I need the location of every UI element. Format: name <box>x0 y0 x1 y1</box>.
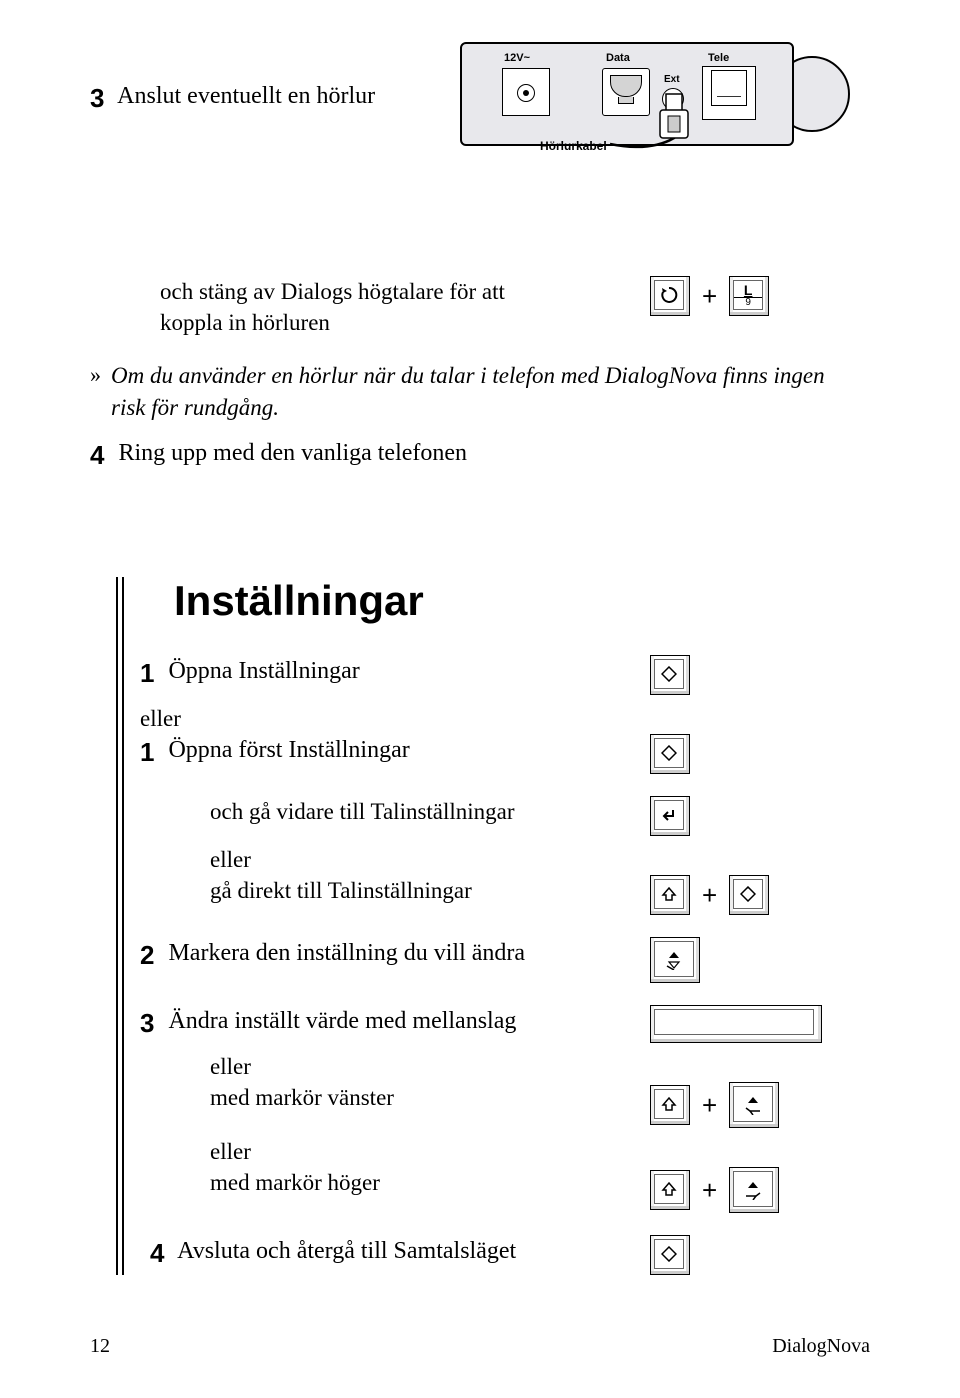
plus-icon: + <box>702 1090 717 1121</box>
diamond-icon <box>661 666 677 682</box>
diamond-icon <box>661 745 677 761</box>
diamond-key-3 <box>729 875 769 915</box>
diamond-icon <box>740 886 756 902</box>
up-left-icon <box>742 1093 764 1115</box>
s1b-text: Öppna först Inställningar <box>168 737 409 763</box>
or-2: eller <box>210 844 870 875</box>
port-12v <box>502 68 550 116</box>
loop-key <box>650 276 690 316</box>
down-right-icon <box>663 948 685 970</box>
shift-key <box>650 875 690 915</box>
cable-plug: Hörlurkabel <box>640 102 840 187</box>
section-heading: Inställningar <box>174 577 870 625</box>
s3b-text: med markör vänster <box>210 1082 650 1113</box>
or-4: eller <box>210 1136 870 1167</box>
or-1: eller <box>140 703 870 734</box>
port-tele-label: Tele <box>708 52 729 64</box>
step3-num: 3 <box>90 80 104 116</box>
plus-icon: + <box>702 880 717 911</box>
page-number: 12 <box>90 1335 110 1358</box>
s3-num: 3 <box>140 1005 154 1041</box>
enter-key <box>650 796 690 836</box>
port-ext-label: Ext <box>664 74 680 85</box>
s2-num: 2 <box>140 937 154 973</box>
shift-key-2 <box>650 1085 690 1125</box>
enter-icon <box>660 806 678 824</box>
port-12v-label: 12V~ <box>504 52 530 64</box>
shift-icon <box>661 886 677 902</box>
s4-text: Avsluta och återgå till Samtalsläget <box>177 1238 516 1264</box>
note-chevron: » <box>90 360 101 422</box>
step4-num: 4 <box>90 437 104 473</box>
diamond-key-2 <box>650 734 690 774</box>
s1b-num: 1 <box>140 734 154 770</box>
shift-icon <box>661 1096 677 1112</box>
cable-label: Hörlurkabel <box>540 139 607 153</box>
diamond-icon <box>661 1246 677 1262</box>
space-key <box>650 1005 822 1043</box>
up-left-key <box>729 1082 779 1128</box>
plus-icon: + <box>702 281 717 312</box>
s1-text: Öppna Inställningar <box>168 658 359 684</box>
down-right-icon <box>742 1178 764 1200</box>
step4-text: Ring upp med den vanliga telefonen <box>118 440 467 466</box>
port-data-label: Data <box>606 52 630 64</box>
shift-key-3 <box>650 1170 690 1210</box>
step3-desc-l1: och stäng av Dialogs högtalare för att <box>160 276 650 307</box>
step3-desc-l2: koppla in hörluren <box>160 307 650 338</box>
loop-icon <box>660 286 678 304</box>
s3c-text: med markör höger <box>210 1167 650 1198</box>
down-key <box>650 937 700 983</box>
s1c-text: och gå vidare till Talinställningar <box>210 796 650 827</box>
footer-product: DialogNova <box>772 1335 870 1358</box>
down-right-key <box>729 1167 779 1213</box>
step3-title: Anslut eventuellt en hörlur <box>117 83 375 109</box>
or-3: eller <box>210 1051 870 1082</box>
s1-num: 1 <box>140 655 154 691</box>
plus-icon: + <box>702 1175 717 1206</box>
s4-num: 4 <box>150 1235 164 1271</box>
shift-icon <box>661 1181 677 1197</box>
diamond-key-4 <box>650 1235 690 1275</box>
diamond-key <box>650 655 690 695</box>
s2-text: Markera den inställning du vill ändra <box>168 940 525 966</box>
s1d-text: gå direkt till Talinställningar <box>210 875 650 906</box>
s3-text: Ändra inställt värde med mellanslag <box>168 1008 516 1034</box>
note-text: Om du använder en hörlur när du talar i … <box>111 360 851 422</box>
l9-key: L 9 <box>729 276 769 316</box>
